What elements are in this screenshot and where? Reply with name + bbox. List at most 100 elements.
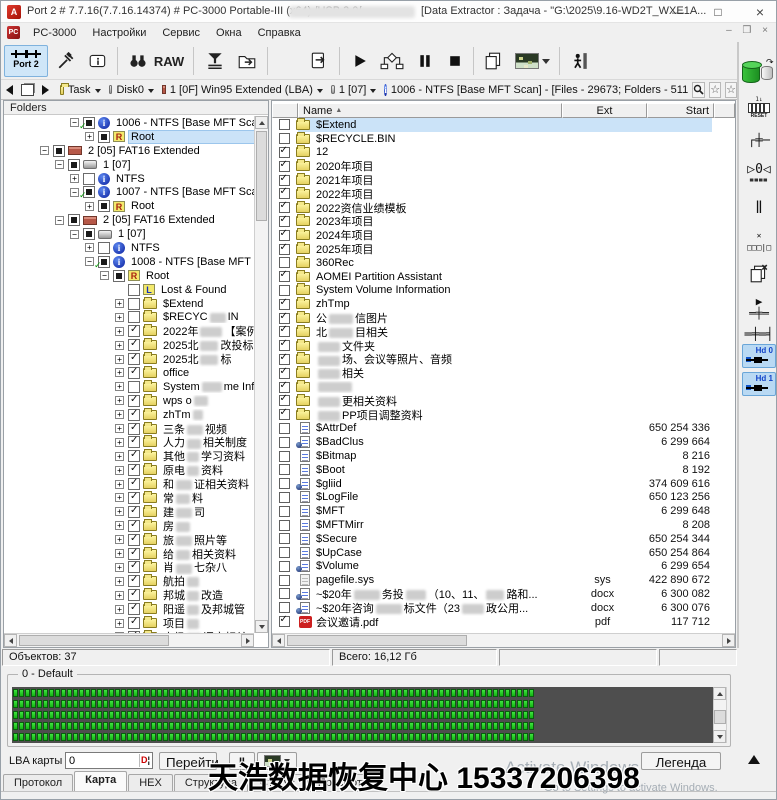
tree-checkbox[interactable] — [83, 186, 95, 198]
tree-item[interactable]: +阳遥及邦城管 — [4, 602, 254, 616]
tree-item[interactable]: +其他学习资料 — [4, 449, 254, 463]
tree-checkbox[interactable] — [128, 284, 140, 296]
chevron-down-icon[interactable] — [370, 89, 376, 93]
row-checkbox[interactable] — [279, 602, 290, 613]
row-checkbox[interactable] — [279, 313, 290, 324]
scroll-left-button[interactable] — [4, 634, 17, 647]
tree-expander-icon[interactable]: − — [55, 216, 64, 225]
tree-checkbox[interactable] — [128, 492, 140, 504]
row-checkbox[interactable] — [279, 244, 290, 255]
zero-fill-button[interactable]: ▷0◁ ▄▄▄▄ — [739, 164, 777, 182]
table-row[interactable]: PDF会议邀请.pdfpdf117 712 — [272, 615, 734, 629]
tree-item[interactable]: −2 [05] FAT16 Extended — [4, 213, 254, 227]
tree-checkbox[interactable] — [83, 117, 95, 129]
tree-checkbox[interactable] — [128, 548, 140, 560]
tree-item[interactable]: +2025北改投标 — [4, 338, 254, 352]
tree-expander-icon[interactable]: + — [115, 424, 124, 433]
row-checkbox[interactable] — [279, 230, 290, 241]
tree-item[interactable]: +肖七杂八 — [4, 561, 254, 575]
tree-expander-icon[interactable]: − — [100, 271, 109, 280]
row-checkbox[interactable] — [279, 285, 290, 296]
tree-expander-icon[interactable]: + — [115, 507, 124, 516]
tree-checkbox[interactable] — [53, 145, 65, 157]
bookmark-button-1[interactable]: ☆ — [709, 82, 721, 98]
tree-checkbox[interactable] — [128, 409, 140, 421]
table-row[interactable]: $RECYCLE.BIN — [272, 132, 734, 146]
table-row[interactable]: $MFT6 299 648 — [272, 504, 734, 518]
row-checkbox[interactable] — [279, 506, 290, 517]
row-checkbox[interactable] — [279, 588, 290, 599]
tab-hex[interactable]: HEX — [128, 774, 173, 791]
tree-item[interactable]: +给相关资料 — [4, 547, 254, 561]
tree-item[interactable]: +项目 — [4, 616, 254, 630]
tree-checkbox[interactable] — [128, 311, 140, 323]
row-checkbox[interactable] — [279, 216, 290, 227]
row-checkbox[interactable] — [279, 575, 290, 586]
minimize-button[interactable]: — — [663, 1, 693, 23]
tree-item[interactable]: +房 — [4, 519, 254, 533]
tree-item[interactable]: LLost & Found — [4, 283, 254, 297]
tree-item[interactable]: +wps o — [4, 394, 254, 408]
tree-checkbox[interactable] — [68, 214, 80, 226]
connect-disk-button[interactable]: ═╪═╡ — [739, 328, 777, 340]
start-disk-button[interactable]: ▶═╪═ — [739, 296, 777, 320]
chevron-down-icon[interactable] — [95, 89, 101, 93]
tree-checkbox[interactable] — [128, 534, 140, 546]
header-name-column[interactable]: Name ▲ — [298, 103, 562, 118]
menu-item[interactable]: Настройки — [84, 27, 154, 39]
stop-button[interactable] — [443, 46, 467, 76]
tree-expander-icon[interactable]: + — [115, 577, 124, 586]
menu-item[interactable]: Сервис — [154, 27, 208, 39]
tree-checkbox[interactable] — [98, 131, 110, 143]
tree-expander-icon[interactable]: + — [115, 521, 124, 530]
table-row[interactable]: $Secure650 254 344 — [272, 532, 734, 546]
tree-checkbox[interactable] — [83, 228, 95, 240]
tree-item[interactable]: +人力相关制度 — [4, 435, 254, 449]
tree-checkbox[interactable] — [128, 589, 140, 601]
tree-expander-icon[interactable]: + — [115, 382, 124, 391]
menu-item[interactable]: Справка — [250, 27, 309, 39]
back-button[interactable] — [3, 82, 16, 98]
sector-map-grid[interactable] — [12, 687, 714, 743]
tree-item[interactable]: +RRoot — [4, 130, 254, 144]
maximize-button[interactable]: □ — [703, 1, 733, 23]
scroll-up-button[interactable] — [713, 687, 726, 700]
tree-checkbox[interactable] — [128, 575, 140, 587]
table-row[interactable]: 360Rec — [272, 256, 734, 270]
tree-checkbox[interactable] — [128, 298, 140, 310]
tree-expander-icon[interactable]: − — [85, 257, 94, 266]
scroll-right-button[interactable] — [722, 634, 735, 647]
tree-checkbox[interactable] — [128, 367, 140, 379]
tree-item[interactable]: +三条视频 — [4, 422, 254, 436]
tree-item[interactable]: +常料 — [4, 491, 254, 505]
scroll-down-button[interactable] — [713, 730, 726, 743]
tree-item[interactable]: +RRoot — [4, 199, 254, 213]
tree-expander-icon[interactable]: + — [115, 452, 124, 461]
tree-expander-icon[interactable]: + — [85, 202, 94, 211]
start-button[interactable] — [347, 46, 373, 76]
tree-checkbox[interactable] — [113, 270, 125, 282]
collapse-up-icon[interactable] — [748, 755, 760, 764]
view-map-button[interactable] — [511, 46, 553, 76]
row-checkbox[interactable] — [279, 437, 290, 448]
tree-item[interactable]: +$RECYCIN — [4, 310, 254, 324]
tree-checkbox[interactable] — [128, 478, 140, 490]
row-checkbox[interactable] — [279, 533, 290, 544]
tree-item[interactable]: +zhTm — [4, 408, 254, 422]
table-row[interactable]: 2025年项目 — [272, 242, 734, 256]
table-row[interactable]: $AttrDef650 254 336 — [272, 422, 734, 436]
tree-expander-icon[interactable]: + — [115, 466, 124, 475]
port2-button[interactable]: Port 2 — [4, 45, 48, 77]
tree-item[interactable]: +和证相关资料 — [4, 477, 254, 491]
tree-item[interactable]: +2022年【案例 — [4, 324, 254, 338]
tree-expander-icon[interactable]: + — [115, 396, 124, 405]
tree-item[interactable]: −i1006 - NTFS [Base MFT Scan] - [Fil — [4, 116, 254, 130]
tree-checkbox[interactable] — [128, 561, 140, 573]
tree-checkbox[interactable] — [128, 506, 140, 518]
row-checkbox[interactable] — [279, 492, 290, 503]
tree-item[interactable]: −2 [05] FAT16 Extended — [4, 144, 254, 158]
tree-checkbox[interactable] — [128, 381, 140, 393]
tree-expander-icon[interactable]: + — [115, 605, 124, 614]
tree-item[interactable]: +office — [4, 366, 254, 380]
header-ext-column[interactable]: Ext — [562, 103, 647, 118]
